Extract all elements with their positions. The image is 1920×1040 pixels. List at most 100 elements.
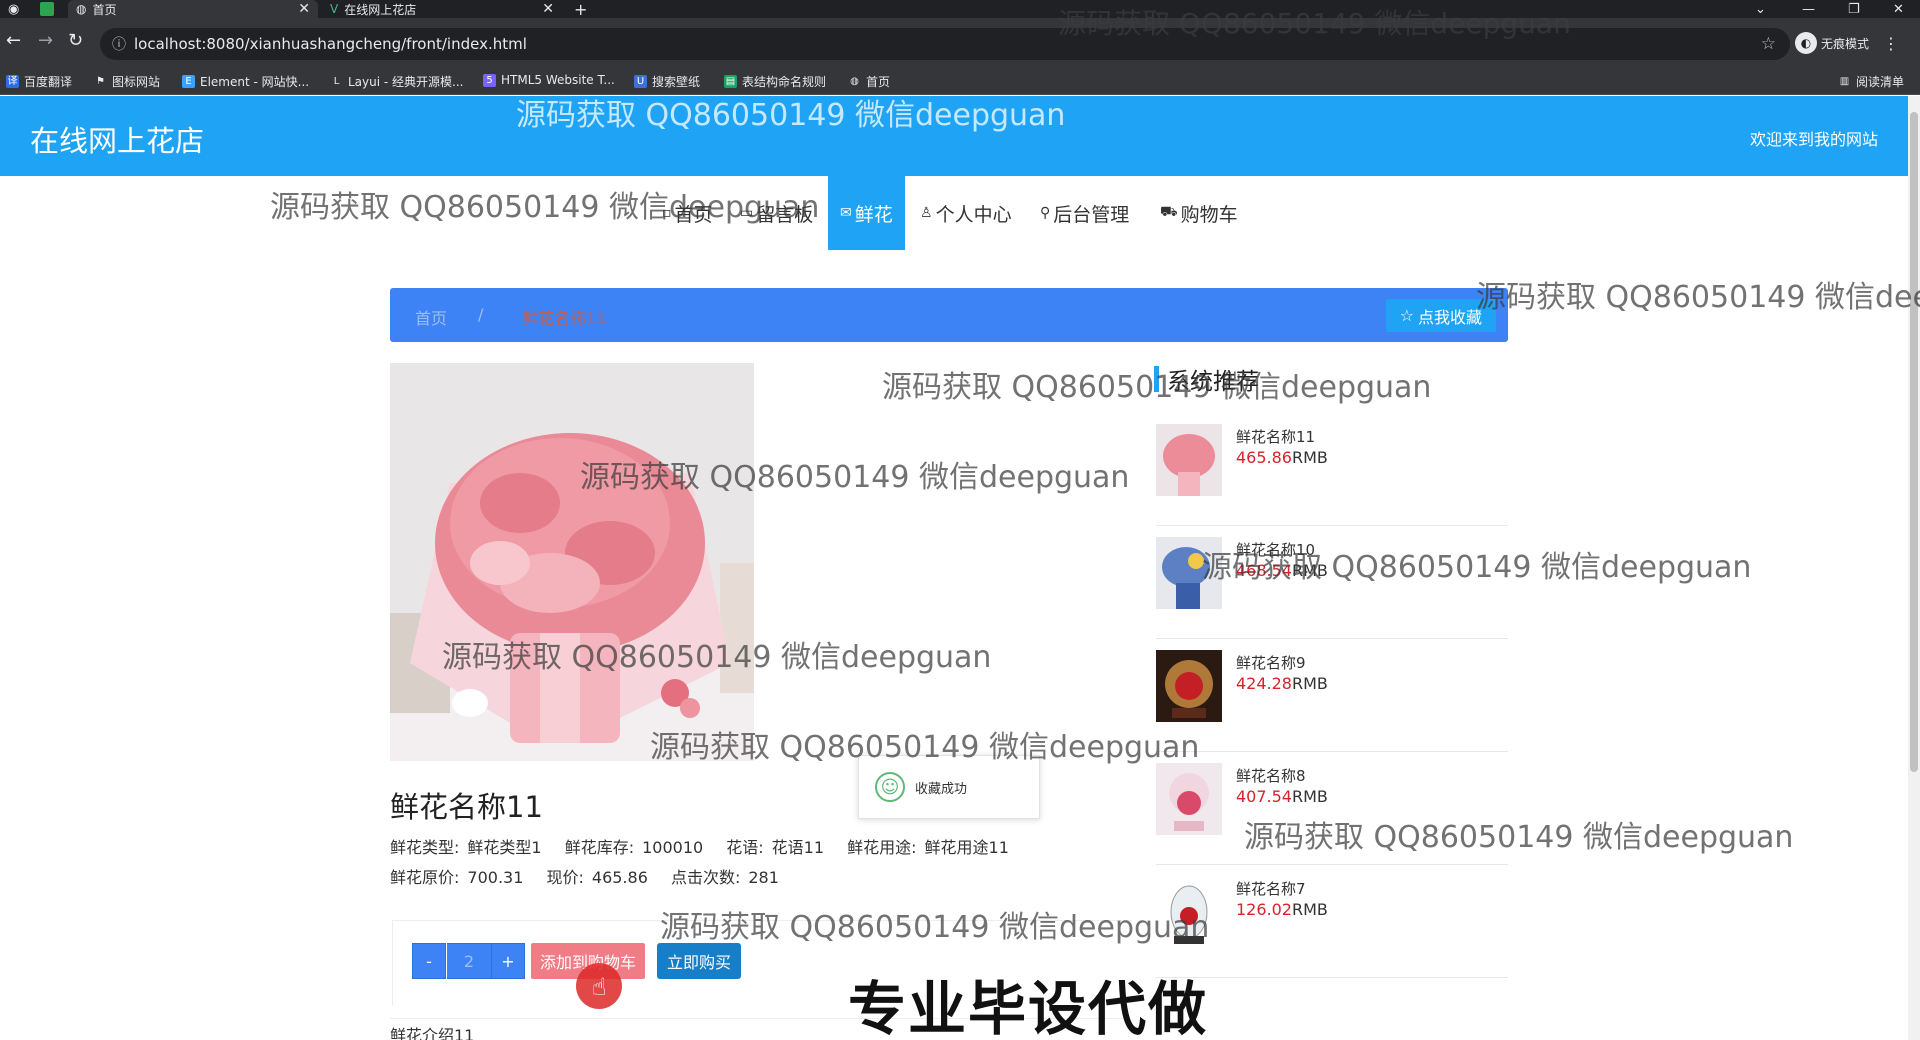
recommend-name: 鲜花名称10	[1236, 541, 1316, 559]
breadcrumb-current: 鲜花名称11	[522, 309, 607, 328]
recommend-item[interactable]: 鲜花名称9 424.28RMB	[1156, 640, 1508, 752]
more-menu-icon[interactable]: ⋮	[1883, 34, 1899, 53]
smile-icon: ☺	[875, 772, 905, 802]
recommend-item[interactable]: 鲜花名称10 468.54RMB	[1156, 527, 1508, 639]
url-text: localhost:8080/xianhuashangcheng/front/i…	[134, 35, 527, 53]
breadcrumb-home[interactable]: 首页	[415, 305, 447, 329]
usage-label: 鲜花用途:	[847, 838, 917, 857]
scrollbar-thumb[interactable]	[1910, 112, 1918, 772]
bookmark-item[interactable]: 5 HTML5 Website T...	[483, 73, 615, 87]
restore-icon[interactable]: ❐	[1848, 0, 1860, 18]
buy-now-button[interactable]: 立即购买	[657, 943, 741, 979]
nav-cart[interactable]: ⛟ 购物车	[1160, 176, 1238, 250]
price-value: 465.86	[591, 868, 648, 887]
nav-personal-center[interactable]: ♙ 个人中心	[920, 176, 1012, 250]
info-icon[interactable]: ⓘ	[112, 34, 126, 54]
recommend-price: 465.86RMB	[1236, 448, 1328, 467]
type-label: 鲜花类型:	[390, 838, 460, 857]
nav-message-board[interactable]: ▭ 留言板	[740, 176, 813, 250]
product-meta-row-2: 鲜花原价: 700.31 现价: 465.86 点击次数: 281	[390, 864, 797, 888]
recommend-item[interactable]: 鲜花名称7 126.02RMB	[1156, 866, 1508, 978]
nav-flowers[interactable]: ✉ 鲜花	[828, 176, 905, 250]
reload-icon[interactable]: ↻	[68, 30, 83, 51]
breadcrumb: 首页 / 鲜花名称11 ☆ 点我收藏	[390, 288, 1508, 342]
bookmark-item[interactable]: ◍ 首页	[848, 73, 890, 90]
bookmark-item[interactable]: L Layui - 经典开源模...	[330, 73, 464, 90]
bookmark-item[interactable]: E Element - 网站快...	[182, 73, 309, 90]
recommend-name: 鲜花名称8	[1236, 767, 1306, 785]
globe-icon: ◍	[850, 76, 859, 87]
language-label: 花语:	[726, 838, 764, 857]
recommend-thumbnail	[1156, 650, 1222, 722]
sheet-icon: ▤	[724, 75, 737, 88]
product-meta-row-1: 鲜花类型: 鲜花类型1 鲜花库存: 100010 花语: 花语11 鲜花用途: 鲜花用途…	[390, 834, 1027, 858]
bookmark-star-icon[interactable]: ☆	[1761, 34, 1776, 54]
recommend-item[interactable]: 鲜花名称8 407.54RMB	[1156, 753, 1508, 865]
vue-icon: V	[330, 2, 339, 16]
favorite-button[interactable]: ☆ 点我收藏	[1385, 299, 1496, 332]
reading-list-icon: ▥	[1839, 76, 1850, 87]
message-icon: ▭	[740, 205, 754, 221]
site-title[interactable]: 在线网上花店	[30, 118, 204, 160]
tab-search-icon[interactable]: ⌄	[1755, 0, 1766, 18]
language-value: 花语11	[771, 838, 825, 857]
incognito-indicator[interactable]: ◐ 无痕模式 ⋮	[1795, 32, 1899, 54]
quantity-plus-button[interactable]: +	[491, 943, 525, 979]
title-accent-bar	[1154, 366, 1159, 392]
star-icon: ☆	[1399, 306, 1414, 325]
close-tab-icon[interactable]: ✕	[542, 1, 554, 17]
recommend-item[interactable]: 鲜花名称11 465.86RMB	[1156, 414, 1508, 526]
quantity-minus-button[interactable]: -	[412, 943, 446, 979]
close-tab-icon[interactable]: ✕	[298, 1, 310, 17]
orig-price-value: 700.31	[467, 868, 524, 887]
quantity-input[interactable]: 2	[447, 943, 491, 979]
back-icon[interactable]: ←	[6, 30, 21, 51]
html5-icon: 5	[483, 73, 496, 87]
promo-banner-text: 专业毕设代做	[848, 975, 1209, 1040]
clicks-label: 点击次数:	[670, 868, 741, 887]
toast-message: ☺ 收藏成功	[858, 755, 1040, 819]
mail-icon: ✉	[840, 205, 852, 221]
nav-admin[interactable]: ⚲ 后台管理	[1040, 176, 1129, 250]
element-icon: E	[182, 75, 195, 88]
recommend-title: 系统推荐	[1154, 362, 1259, 396]
close-window-icon[interactable]: ✕	[1893, 0, 1904, 18]
product-intro: 鲜花介绍11	[390, 1026, 475, 1040]
minimize-icon[interactable]: —	[1802, 0, 1815, 18]
bookmark-item[interactable]: ⚑ 图标网站	[94, 73, 160, 90]
browser-tab-strip: ◉ ◍ 首页 ✕ V 在线网上花店 ✕ + ⌄ — ❐ ✕	[0, 0, 1920, 19]
recommend-name: 鲜花名称9	[1236, 654, 1306, 672]
nav-home[interactable]: ▫ 首页	[662, 176, 713, 250]
reading-list[interactable]: ▥ 阅读清单	[1838, 73, 1904, 90]
recommend-price: 126.02RMB	[1236, 900, 1328, 919]
browser-menu-icon[interactable]: ◉	[8, 0, 19, 18]
bookmark-item[interactable]: ▤ 表结构命名规则	[724, 73, 826, 90]
tab-title: 在线网上花店	[344, 2, 417, 17]
home-icon: ▫	[662, 205, 672, 221]
stock-label: 鲜花库存:	[564, 838, 635, 857]
tab-flower-shop[interactable]: V 在线网上花店 ✕	[322, 0, 562, 18]
recommend-name: 鲜花名称11	[1236, 428, 1316, 446]
recommend-thumbnail	[1156, 537, 1222, 609]
recommend-price: 424.28RMB	[1236, 674, 1328, 693]
link-icon: ⚲	[1040, 205, 1051, 221]
forward-icon[interactable]: →	[38, 30, 53, 51]
bookmark-item[interactable]: U 搜索壁纸	[634, 73, 700, 90]
recommend-thumbnail	[1156, 424, 1222, 496]
layui-icon: L	[333, 76, 340, 87]
cart-icon: ⛟	[1160, 204, 1178, 220]
hand-cursor-icon: ☝	[592, 973, 607, 1001]
recommend-name: 鲜花名称7	[1236, 880, 1306, 898]
orig-price-label: 鲜花原价:	[390, 868, 460, 887]
price-label: 现价:	[546, 868, 584, 887]
tab-home[interactable]: ◍ 首页 ✕	[68, 0, 318, 18]
watermark: 源码获取 QQ86050149 微信dee	[1476, 280, 1920, 315]
url-input[interactable]: ⓘ localhost:8080/xianhuashangcheng/front…	[100, 28, 1790, 60]
breadcrumb-separator: /	[478, 305, 484, 324]
recommend-price: 468.54RMB	[1236, 561, 1328, 580]
incognito-label: 无痕模式	[1821, 36, 1870, 51]
new-tab-icon[interactable]: +	[574, 0, 587, 19]
tab-group-icon[interactable]	[40, 0, 54, 18]
toast-text: 收藏成功	[915, 781, 968, 797]
bookmark-item[interactable]: 译百度翻译	[6, 73, 72, 90]
